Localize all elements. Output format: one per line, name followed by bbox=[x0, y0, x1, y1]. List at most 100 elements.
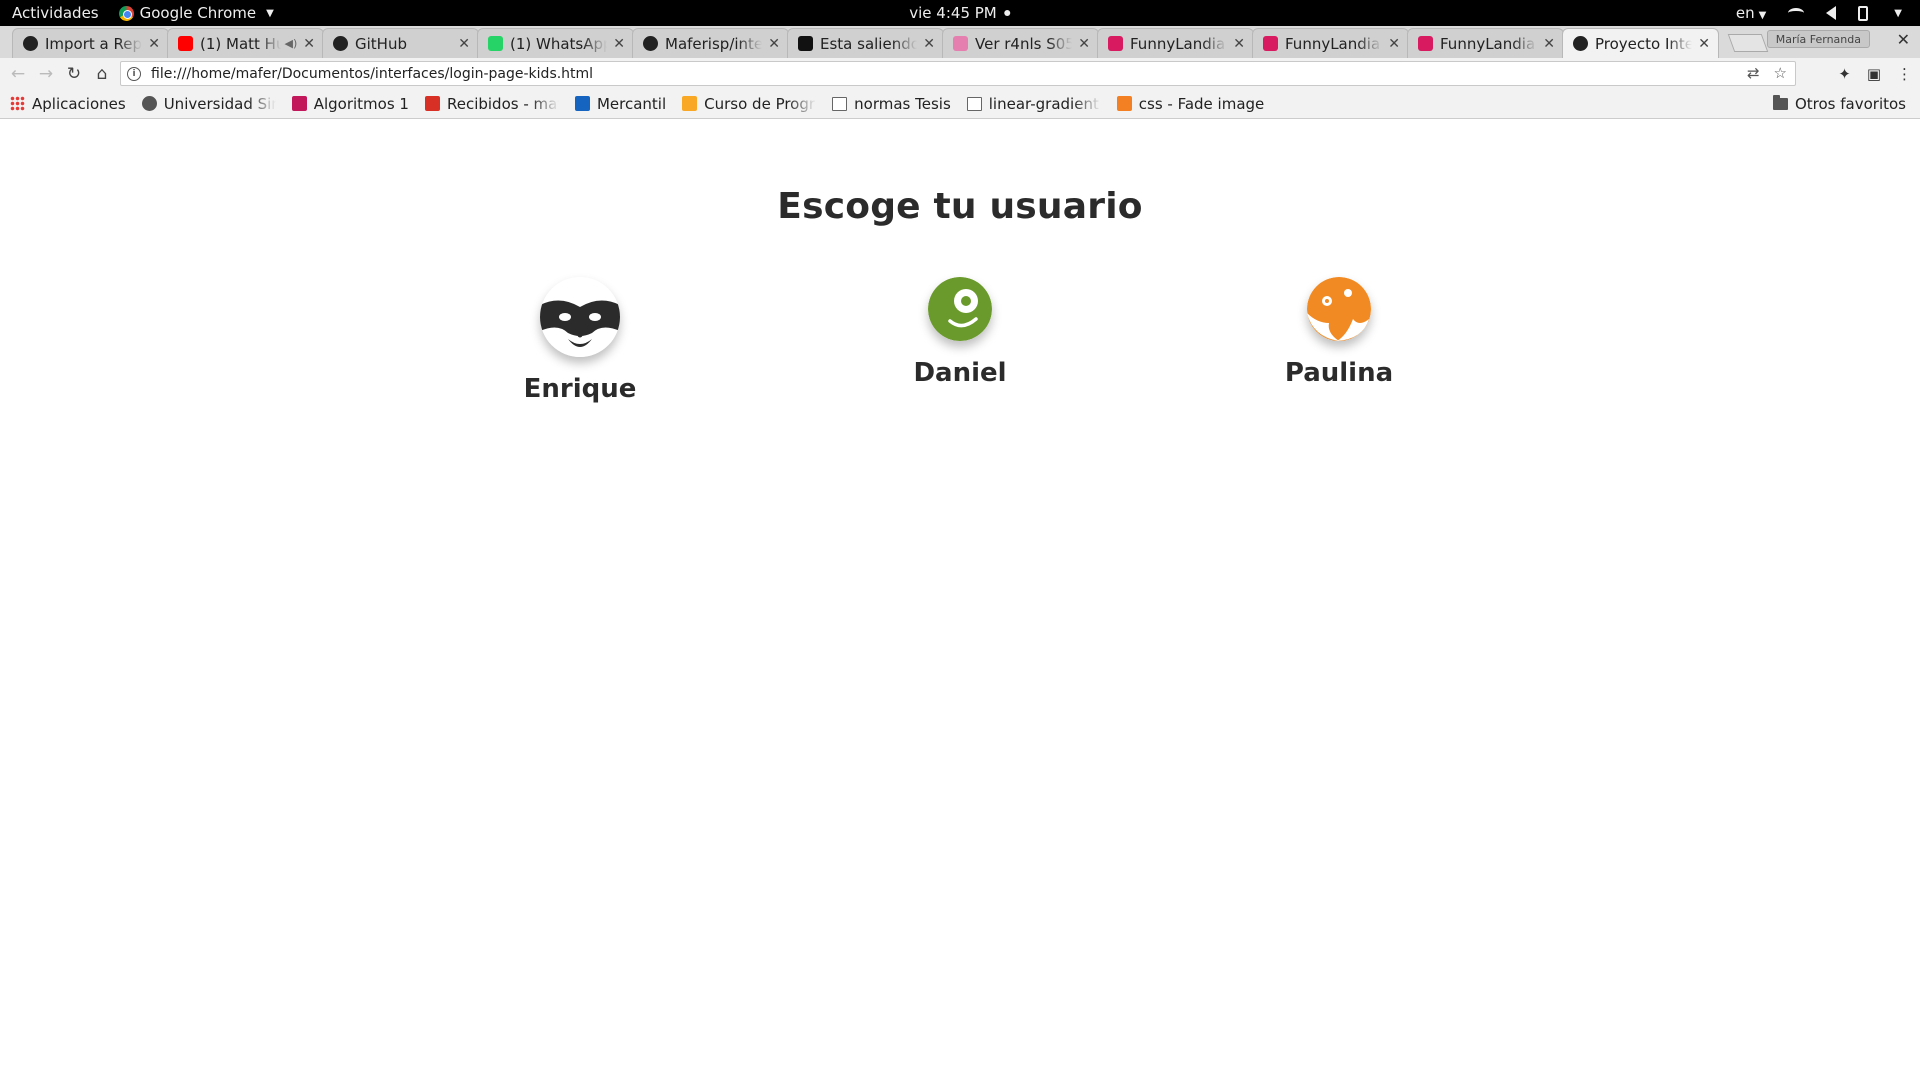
university-icon bbox=[141, 96, 157, 111]
stackoverflow-icon bbox=[1116, 96, 1132, 111]
tab-close-icon[interactable]: ✕ bbox=[458, 36, 470, 52]
other-bookmarks[interactable]: Otros favoritos bbox=[1772, 89, 1906, 119]
browser-tab[interactable]: Esta saliendo ✕ bbox=[787, 28, 944, 58]
address-bar[interactable]: i file:///home/mafer/Documentos/interfac… bbox=[120, 61, 1796, 86]
whatsapp-icon bbox=[488, 36, 503, 51]
app-menu[interactable]: Google Chrome ▼ bbox=[118, 4, 274, 22]
orange-creature-avatar[interactable] bbox=[1307, 277, 1371, 341]
bank-icon bbox=[574, 96, 590, 111]
bookmark-item[interactable]: Curso de Progra bbox=[682, 95, 816, 113]
user-card-enrique[interactable]: Enrique bbox=[470, 277, 690, 404]
apps-icon bbox=[10, 96, 25, 111]
github-icon bbox=[333, 36, 348, 51]
browser-tab[interactable]: Maferisp/inter ✕ bbox=[632, 28, 789, 58]
user-card-paulina[interactable]: Paulina bbox=[1229, 277, 1449, 388]
back-button[interactable]: ← bbox=[4, 60, 32, 88]
chevron-down-icon: ▼ bbox=[266, 7, 274, 19]
tab-title: Proyecto Inter bbox=[1595, 34, 1693, 53]
browser-tab[interactable]: GitHub ✕ bbox=[322, 28, 479, 58]
tab-close-icon[interactable]: ✕ bbox=[1233, 36, 1245, 52]
info-icon[interactable]: i bbox=[127, 66, 141, 81]
tab-close-icon[interactable]: ✕ bbox=[613, 36, 625, 52]
browser-tab[interactable]: FunnyLandia: ✕ bbox=[1252, 28, 1409, 58]
extension-icon[interactable]: ✦ bbox=[1838, 65, 1851, 83]
clock[interactable]: vie 4:45 PM bbox=[909, 4, 1011, 22]
bookmark-item[interactable]: Universidad Simó bbox=[141, 94, 276, 113]
bookmarks-bar: Aplicaciones Universidad Simó Algoritmos 1… bbox=[0, 89, 1920, 119]
bookmark-item[interactable]: css - Fade image bbox=[1116, 94, 1265, 113]
tab-close-icon[interactable]: ✕ bbox=[303, 36, 315, 52]
user-card-daniel[interactable]: Daniel bbox=[850, 277, 1070, 388]
home-button[interactable]: ⌂ bbox=[88, 60, 116, 88]
profile-button[interactable]: María Fernanda bbox=[1766, 30, 1870, 48]
bookmark-label: Recibidos - mafer bbox=[446, 94, 559, 113]
tab-strip: Import a Repo ✕ (1) Matt Hu ◀) ✕ GitHub ✕ (1) W… bbox=[0, 26, 1920, 58]
bookmark-item[interactable]: normas Tesis bbox=[832, 95, 951, 113]
one-eye-creature-icon bbox=[928, 277, 992, 341]
tab-title: FunnyLandia: bbox=[1440, 34, 1538, 53]
browser-tab[interactable]: (1) WhatsApp ✕ bbox=[477, 28, 634, 58]
tab-close-icon[interactable]: ✕ bbox=[1698, 36, 1710, 52]
tab-close-icon[interactable]: ✕ bbox=[148, 36, 160, 52]
language-label: en bbox=[1735, 4, 1755, 22]
browser-tab[interactable]: FunnyLandia: ✕ bbox=[1097, 28, 1254, 58]
browser-toolbar: ← → ↻ ⌂ i file:///home/mafer/Documentos/… bbox=[0, 58, 1920, 89]
menu-kebab-icon[interactable]: ⋮ bbox=[1897, 65, 1912, 83]
raccoon-mask-avatar[interactable] bbox=[540, 277, 620, 357]
wifi-icon[interactable] bbox=[1788, 8, 1805, 18]
bookmark-item[interactable]: linear-gradient - bbox=[966, 95, 1101, 113]
browser-tab[interactable]: Proyecto Inter ✕ bbox=[1562, 28, 1719, 58]
activities-button[interactable]: Actividades bbox=[12, 4, 99, 22]
translate-icon[interactable]: ⇄ bbox=[1747, 64, 1760, 82]
orange-creature-icon bbox=[1307, 277, 1371, 341]
tab-close-icon[interactable]: ✕ bbox=[1543, 36, 1555, 52]
notification-dot-icon bbox=[1004, 10, 1011, 16]
extension-off-icon[interactable]: ▣ bbox=[1867, 65, 1881, 83]
bookmark-item[interactable]: Mercantil bbox=[574, 94, 667, 113]
youtube-icon bbox=[178, 36, 193, 51]
tab-close-icon[interactable]: ✕ bbox=[1078, 36, 1090, 52]
user-name: Enrique bbox=[523, 374, 637, 404]
page-title: Escoge tu usuario bbox=[777, 186, 1143, 227]
tab-title: (1) WhatsApp bbox=[510, 34, 608, 53]
algoritmos-icon bbox=[291, 96, 307, 111]
clock-text: vie 4:45 PM bbox=[909, 4, 997, 22]
bookmark-label: Mercantil bbox=[596, 94, 667, 113]
bookmark-label: Curso de Progra bbox=[704, 94, 817, 113]
tab-title: FunnyLandia: bbox=[1285, 34, 1383, 53]
chevron-down-icon: ▼ bbox=[1758, 10, 1767, 21]
mask-icon bbox=[1573, 36, 1588, 51]
bookmark-label: Aplicaciones bbox=[32, 94, 126, 113]
funnylandia-icon bbox=[1418, 36, 1433, 51]
forward-button[interactable]: → bbox=[32, 60, 60, 88]
tab-close-icon[interactable]: ✕ bbox=[923, 36, 935, 52]
tab-title: Import a Repo bbox=[45, 34, 143, 53]
browser-tab[interactable]: Ver r4nls S05 ✕ bbox=[942, 28, 1099, 58]
document-icon bbox=[832, 96, 848, 111]
window-close-icon[interactable]: ✕ bbox=[1897, 30, 1910, 49]
bookmark-item[interactable]: Recibidos - mafer bbox=[424, 94, 559, 113]
volume-icon[interactable] bbox=[1826, 6, 1837, 20]
green-one-eye-avatar[interactable] bbox=[928, 277, 992, 341]
tab-title: FunnyLandia: bbox=[1130, 34, 1228, 53]
new-tab-button[interactable] bbox=[1727, 34, 1769, 52]
bookmark-label: normas Tesis bbox=[854, 94, 951, 113]
browser-tab[interactable]: Import a Repo ✕ bbox=[12, 28, 169, 58]
browser-tab[interactable]: FunnyLandia: ✕ bbox=[1407, 28, 1564, 58]
battery-icon[interactable] bbox=[1858, 5, 1869, 21]
app-name: Google Chrome bbox=[139, 4, 257, 22]
user-name: Paulina bbox=[1284, 358, 1394, 388]
star-icon[interactable]: ☆ bbox=[1774, 64, 1787, 82]
bookmark-item[interactable]: Aplicaciones bbox=[10, 95, 126, 113]
tab-close-icon[interactable]: ✕ bbox=[1388, 36, 1400, 52]
system-menu-chevron-icon[interactable]: ▼ bbox=[1894, 8, 1902, 19]
language-indicator[interactable]: en ▼ bbox=[1736, 4, 1766, 22]
bookmark-item[interactable]: Algoritmos 1 bbox=[291, 95, 409, 113]
tab-close-icon[interactable]: ✕ bbox=[768, 36, 780, 52]
funnylandia-icon bbox=[1263, 36, 1278, 51]
bookmark-label: css - Fade image bbox=[1138, 94, 1265, 113]
reload-button[interactable]: ↻ bbox=[60, 60, 88, 88]
bookmark-label: Universidad Simó bbox=[163, 94, 276, 113]
browser-tab[interactable]: (1) Matt Hu ◀) ✕ bbox=[167, 28, 324, 58]
audio-playing-icon[interactable]: ◀) bbox=[285, 37, 298, 50]
